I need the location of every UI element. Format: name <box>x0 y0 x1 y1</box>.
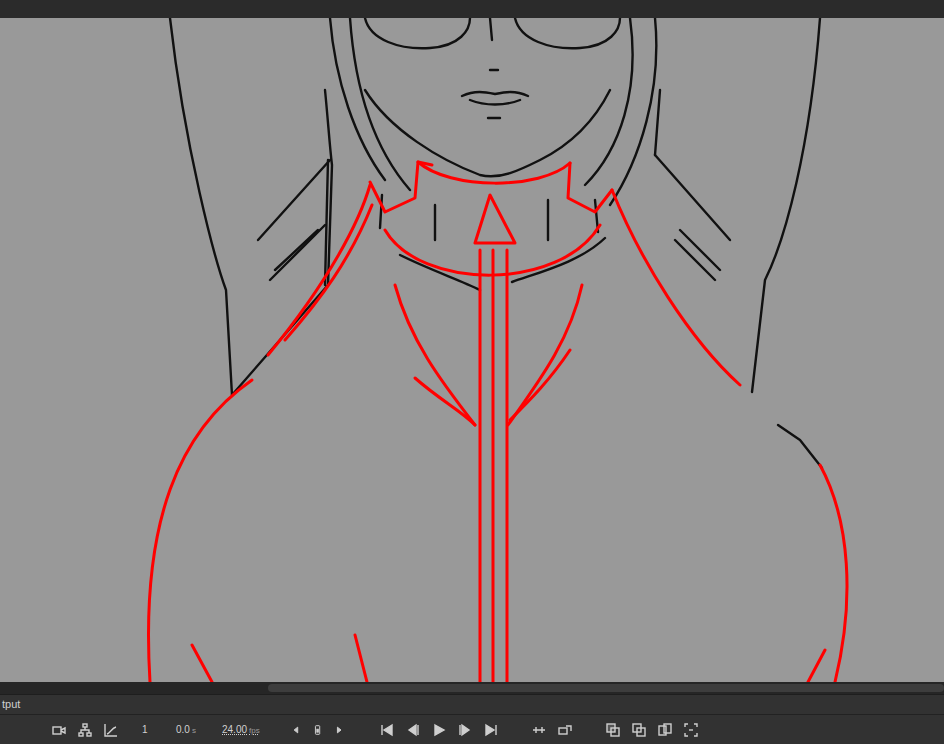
timeline-panel: tput 1 0.0s 24.00fps <box>0 694 944 744</box>
scrollbar-thumb[interactable] <box>268 684 944 692</box>
onion-outline-icon[interactable] <box>632 723 646 737</box>
character-drawing <box>0 18 944 682</box>
loop-icon[interactable] <box>532 723 546 737</box>
horizontal-scrollbar <box>0 682 944 694</box>
graph-icon[interactable] <box>104 723 118 737</box>
panel-header: tput <box>0 695 944 715</box>
timeline-toolbar: 1 0.0s 24.00fps <box>0 715 944 744</box>
current-frame[interactable]: 1 <box>142 722 164 737</box>
first-frame-icon[interactable] <box>380 723 394 737</box>
animate-app: tput 1 0.0s 24.00fps <box>0 0 944 744</box>
arrow-right-icon[interactable] <box>336 723 346 737</box>
arrow-left-icon[interactable] <box>292 723 302 737</box>
playhead-marker-icon[interactable] <box>314 723 324 737</box>
top-bar <box>0 0 944 18</box>
step-back-icon[interactable] <box>406 723 420 737</box>
hierarchy-icon[interactable] <box>78 723 92 737</box>
play-icon[interactable] <box>432 723 446 737</box>
loop-range-icon[interactable] <box>558 723 572 737</box>
camera-icon[interactable] <box>52 723 66 737</box>
last-frame-icon[interactable] <box>484 723 498 737</box>
modify-markers-icon[interactable] <box>684 723 698 737</box>
step-forward-icon[interactable] <box>458 723 472 737</box>
panel-tab[interactable]: tput <box>0 696 28 713</box>
current-time[interactable]: 0.0s <box>176 722 210 737</box>
edit-multiple-icon[interactable] <box>658 723 672 737</box>
onion-skin-icon[interactable] <box>606 723 620 737</box>
frame-rate[interactable]: 24.00fps <box>222 722 280 737</box>
stage-canvas[interactable] <box>0 18 944 682</box>
